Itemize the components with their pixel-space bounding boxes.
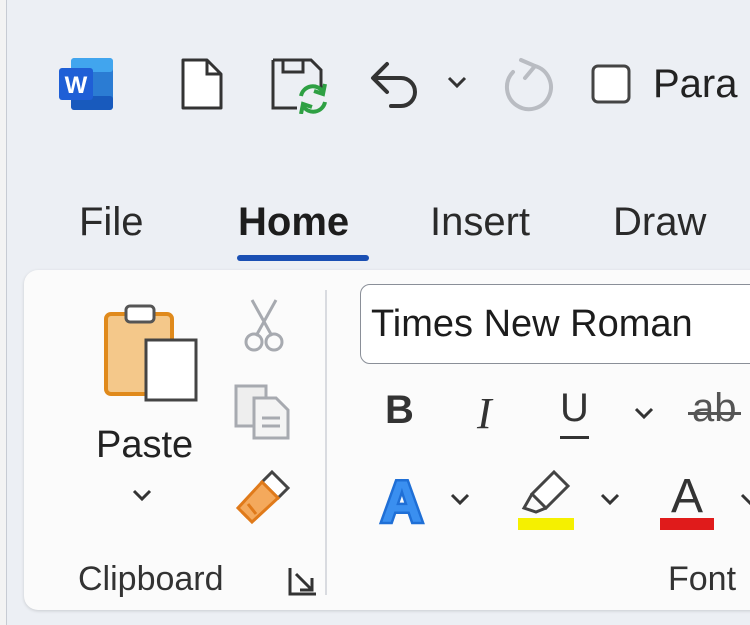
- cut-icon[interactable]: [238, 296, 290, 354]
- paste-icon[interactable]: [100, 298, 204, 404]
- copy-icon[interactable]: [232, 382, 294, 442]
- dialog-launcher-icon[interactable]: [286, 564, 320, 598]
- italic-button[interactable]: I: [477, 388, 492, 439]
- underline-dropdown-icon[interactable]: [632, 404, 656, 424]
- underline-button[interactable]: U: [560, 386, 589, 439]
- font-color-dropdown-icon[interactable]: [738, 490, 750, 510]
- checkbox-icon[interactable]: [591, 64, 631, 104]
- paste-dropdown-icon[interactable]: [130, 486, 154, 506]
- group-divider: [325, 290, 327, 595]
- font-group-label: Font: [668, 560, 737, 598]
- quick-access-toolbar: W Para K: [7, 0, 750, 160]
- font-name-value: Times New Roman: [371, 303, 693, 345]
- font-color-icon[interactable]: A: [656, 468, 718, 532]
- font-color-letter: A: [671, 470, 703, 523]
- document-title: Para K: [653, 62, 750, 106]
- save-sync-icon[interactable]: [267, 54, 331, 114]
- tab-home[interactable]: Home: [238, 200, 349, 245]
- undo-dropdown-icon[interactable]: [445, 70, 469, 94]
- tab-insert[interactable]: Insert: [430, 200, 530, 245]
- format-painter-icon[interactable]: [232, 468, 294, 528]
- strikethrough-button[interactable]: ab: [688, 386, 740, 431]
- highlight-icon[interactable]: [516, 468, 576, 532]
- bold-button[interactable]: B: [385, 388, 414, 433]
- tab-draw[interactable]: Draw: [613, 200, 706, 245]
- paste-button[interactable]: Paste: [96, 424, 193, 467]
- word-logo-icon[interactable]: W: [57, 56, 117, 112]
- tab-file[interactable]: File: [79, 200, 143, 245]
- new-document-icon[interactable]: [177, 56, 227, 112]
- clipboard-group-label: Clipboard: [78, 560, 224, 598]
- undo-icon[interactable]: [367, 56, 423, 112]
- text-effect-letter-fill: A: [381, 470, 423, 530]
- text-effects-icon[interactable]: A A: [372, 470, 432, 530]
- font-name-combobox[interactable]: Times New Roman: [360, 284, 750, 364]
- redo-icon[interactable]: [499, 56, 557, 112]
- text-effects-dropdown-icon[interactable]: [448, 490, 472, 510]
- highlight-dropdown-icon[interactable]: [598, 490, 622, 510]
- active-tab-indicator: [237, 255, 369, 261]
- svg-text:W: W: [65, 72, 88, 99]
